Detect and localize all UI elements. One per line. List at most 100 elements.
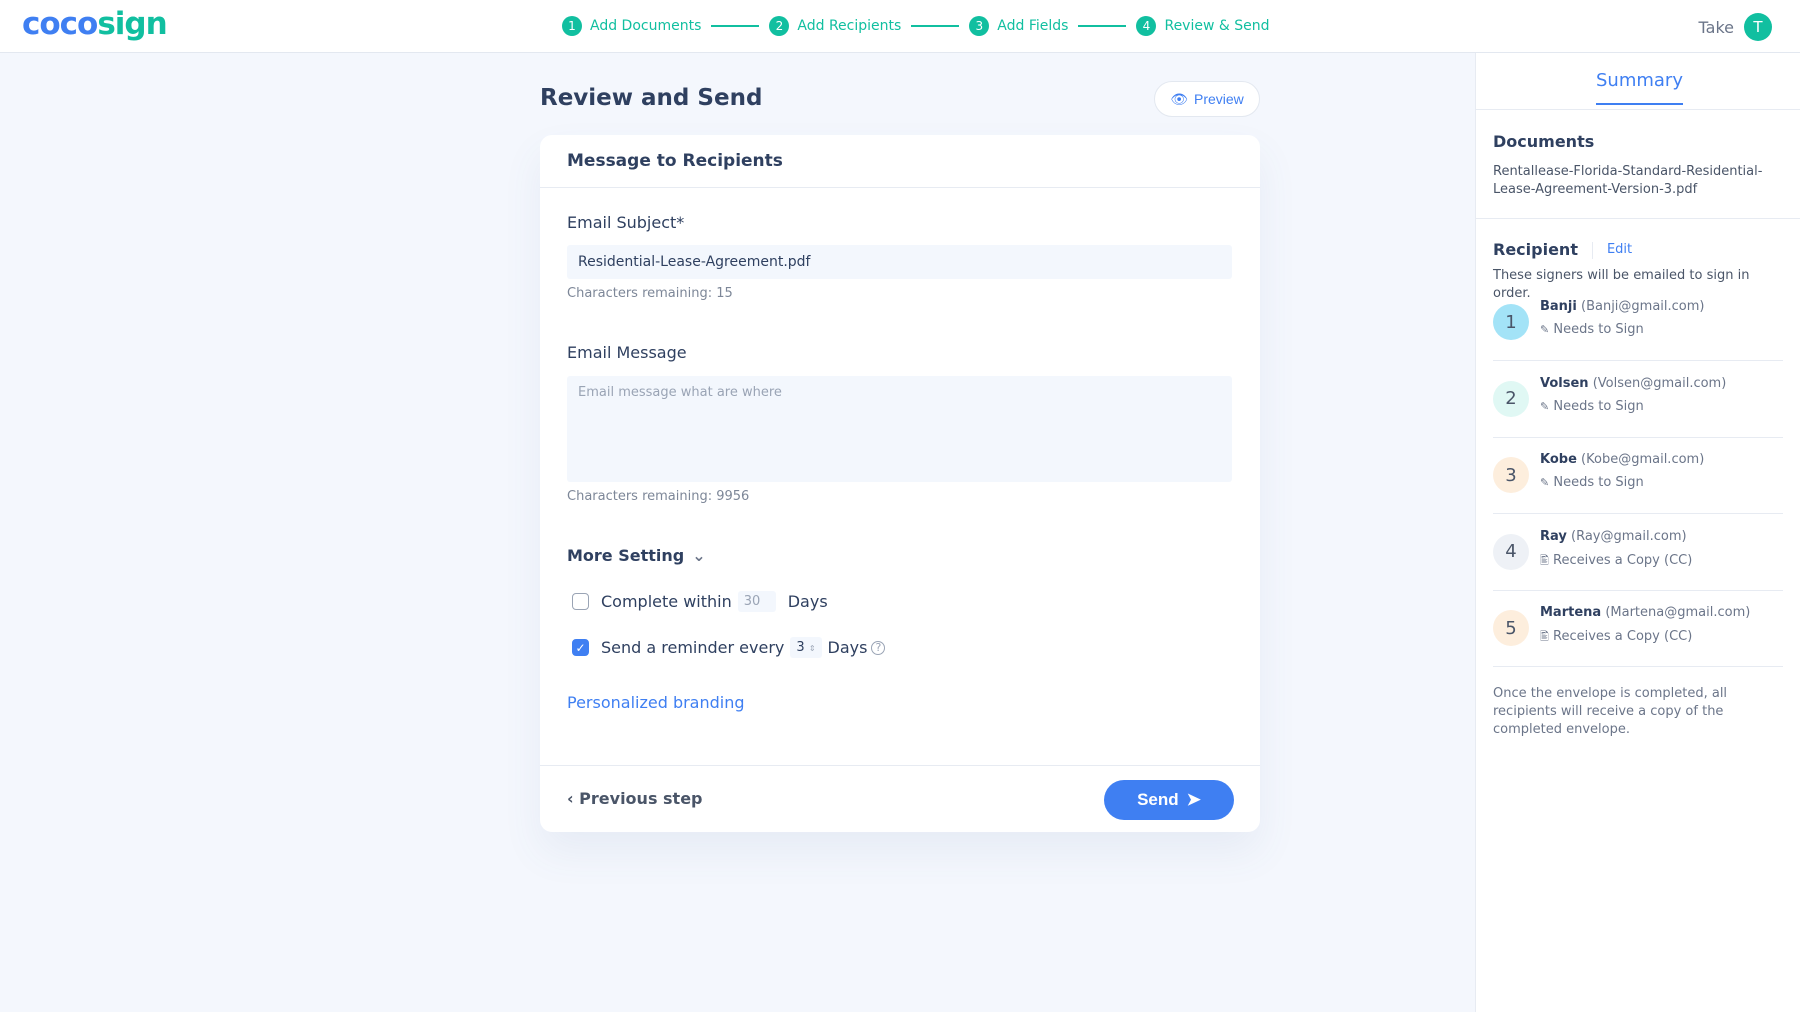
personalized-branding-link[interactable]: Personalized branding: [567, 693, 745, 712]
reminder-days-stepper[interactable]: 3 ⇕: [790, 637, 822, 658]
paper-plane-icon: ➤: [1186, 790, 1201, 809]
pen-icon: ✎: [1540, 399, 1550, 413]
previous-step-label: Previous step: [579, 789, 703, 808]
summary-panel: Summary Documents Rentallease-Florida-St…: [1475, 53, 1800, 1012]
tab-divider: [1476, 109, 1800, 110]
step-add-recipients[interactable]: 2 Add Recipients: [769, 16, 901, 36]
reminder-checkbox[interactable]: ✓: [572, 639, 589, 656]
recipient-name: Volsen (Volsen@gmail.com): [1540, 376, 1726, 391]
recipient-role-text: Needs to Sign: [1553, 398, 1644, 414]
recipient-item: 3 Kobe (Kobe@gmail.com) ✎ Needs to Sign: [1493, 438, 1783, 514]
recipient-role-text: Receives a Copy (CC): [1553, 552, 1693, 568]
step-review-send[interactable]: 4 Review & Send: [1136, 16, 1270, 36]
pen-icon: ✎: [1540, 323, 1550, 336]
spin-arrows-icon[interactable]: ⇕: [809, 644, 816, 653]
email-subject-input[interactable]: Residential-Lease-Agreement.pdf: [567, 245, 1232, 279]
recipient-item: 4 Ray (Ray@gmail.com) 🖺 Receives a Copy …: [1493, 515, 1783, 591]
document-name: Rentallease-Florida-Standard-Residential…: [1493, 164, 1763, 197]
copy-icon: 🖺: [1540, 630, 1549, 643]
recipient-email: (Banji@gmail.com): [1581, 299, 1705, 314]
send-button[interactable]: Send ➤: [1104, 780, 1234, 820]
step-connector: [711, 25, 760, 27]
recipient-name: Kobe (Kobe@gmail.com): [1540, 452, 1704, 467]
message-chars-remaining: Characters remaining: 9956: [567, 489, 750, 504]
complete-days-input[interactable]: 30: [737, 591, 776, 612]
edit-recipients-link[interactable]: Edit: [1591, 242, 1632, 259]
recipient-name-text: Ray: [1540, 528, 1567, 544]
documents-heading: Documents: [1493, 132, 1595, 151]
recipient-role: ✎ Needs to Sign: [1540, 322, 1644, 337]
preview-button[interactable]: 👁 Preview: [1154, 81, 1260, 117]
pen-icon: ✎: [1540, 476, 1550, 489]
email-message-textarea[interactable]: Email message what are where: [567, 376, 1232, 482]
recipient-item: 1 Banji (Banji@gmail.com) ✎ Needs to Sig…: [1493, 285, 1783, 361]
recipient-role: 🖺 Receives a Copy (CC): [1540, 628, 1692, 647]
preview-label: Preview: [1193, 91, 1244, 107]
tab-summary[interactable]: Summary: [1596, 70, 1683, 105]
recipient-role-text: Needs to Sign: [1553, 475, 1644, 490]
step-number: 4: [1136, 16, 1157, 36]
card-title: Message to Recipients: [540, 135, 1260, 188]
recipient-heading: Recipient Edit: [1493, 240, 1632, 259]
recipient-order-badge: 4: [1493, 533, 1529, 570]
cocosign-logo[interactable]: cocosign: [22, 6, 168, 42]
copy-icon: 🖺: [1540, 553, 1549, 567]
step-connector: [1078, 25, 1127, 27]
recipient-name-text: Banji: [1540, 299, 1577, 314]
recipient-label: Recipient: [1493, 240, 1578, 259]
step-add-documents[interactable]: 1 Add Documents: [562, 16, 701, 36]
recipient-name-text: Martena: [1540, 605, 1602, 620]
recipient-name: Ray (Ray@gmail.com): [1540, 529, 1687, 544]
page-title: Review and Send: [540, 85, 763, 111]
recipient-role: ✎ Needs to Sign: [1540, 475, 1644, 490]
recipient-role: 🖺 Receives a Copy (CC): [1540, 552, 1692, 571]
step-label: Add Documents: [590, 18, 702, 34]
subject-chars-remaining: Characters remaining: 15: [567, 286, 733, 301]
email-message-label: Email Message: [567, 343, 687, 362]
recipient-role-text: Needs to Sign: [1553, 322, 1644, 337]
recipient-role: ✎ Needs to Sign: [1540, 399, 1644, 414]
recipient-email: (Kobe@gmail.com): [1581, 452, 1705, 467]
step-number: 3: [969, 16, 990, 36]
recipient-email: (Volsen@gmail.com): [1592, 375, 1727, 391]
more-setting-toggle[interactable]: More Setting ⌄: [567, 546, 706, 565]
stepper: 1 Add Documents 2 Add Recipients 3 Add Fiel…: [562, 16, 1270, 36]
reminder-value: 3: [796, 640, 805, 655]
reminder-label: Send a reminder every: [601, 638, 785, 657]
email-subject-label: Email Subject*: [567, 213, 685, 232]
previous-step-button[interactable]: ‹ Previous step: [567, 789, 703, 808]
chevron-left-icon: ‹: [567, 789, 580, 808]
recipient-item: 5 Martena (Martena@gmail.com) 🖺 Receives…: [1493, 591, 1783, 667]
complete-within-label: Complete within: [601, 592, 732, 611]
step-label: Review & Send: [1164, 18, 1270, 34]
recipient-email: (Martena@gmail.com): [1605, 605, 1751, 620]
recipient-name: Martena (Martena@gmail.com): [1540, 605, 1750, 620]
avatar: T: [1744, 13, 1772, 41]
recipient-item: 2 Volsen (Volsen@gmail.com) ✎ Needs to S…: [1493, 362, 1783, 438]
recipient-name-text: Volsen: [1540, 375, 1589, 391]
logo-part: sign: [97, 6, 167, 42]
summary-footer-note: Once the envelope is completed, all reci…: [1493, 686, 1728, 737]
recipient-order-badge: 5: [1493, 610, 1529, 646]
logo-part: coco: [22, 6, 98, 42]
step-add-fields[interactable]: 3 Add Fields: [969, 16, 1068, 36]
recipient-order-badge: 1: [1493, 304, 1529, 340]
send-label: Send: [1137, 790, 1179, 809]
step-label: Add Fields: [997, 18, 1069, 34]
step-number: 2: [769, 16, 790, 36]
complete-within-checkbox[interactable]: [572, 593, 589, 610]
user-name: Take: [1698, 17, 1734, 37]
recipient-email: (Ray@gmail.com): [1571, 528, 1687, 544]
user-menu[interactable]: Take T: [1699, 13, 1772, 41]
message-card: Message to Recipients Email Subject* Res…: [540, 135, 1260, 832]
recipient-name-text: Kobe: [1540, 452, 1577, 467]
card-footer-divider: [540, 765, 1260, 766]
recipient-order-badge: 3: [1493, 457, 1529, 493]
divider: [1476, 218, 1800, 219]
step-number: 1: [562, 16, 582, 36]
step-label: Add Recipients: [797, 18, 902, 34]
help-icon[interactable]: ?: [871, 640, 886, 655]
step-connector: [911, 25, 960, 27]
recipient-role-text: Receives a Copy (CC): [1553, 629, 1693, 644]
recipient-order-badge: 2: [1493, 380, 1529, 417]
